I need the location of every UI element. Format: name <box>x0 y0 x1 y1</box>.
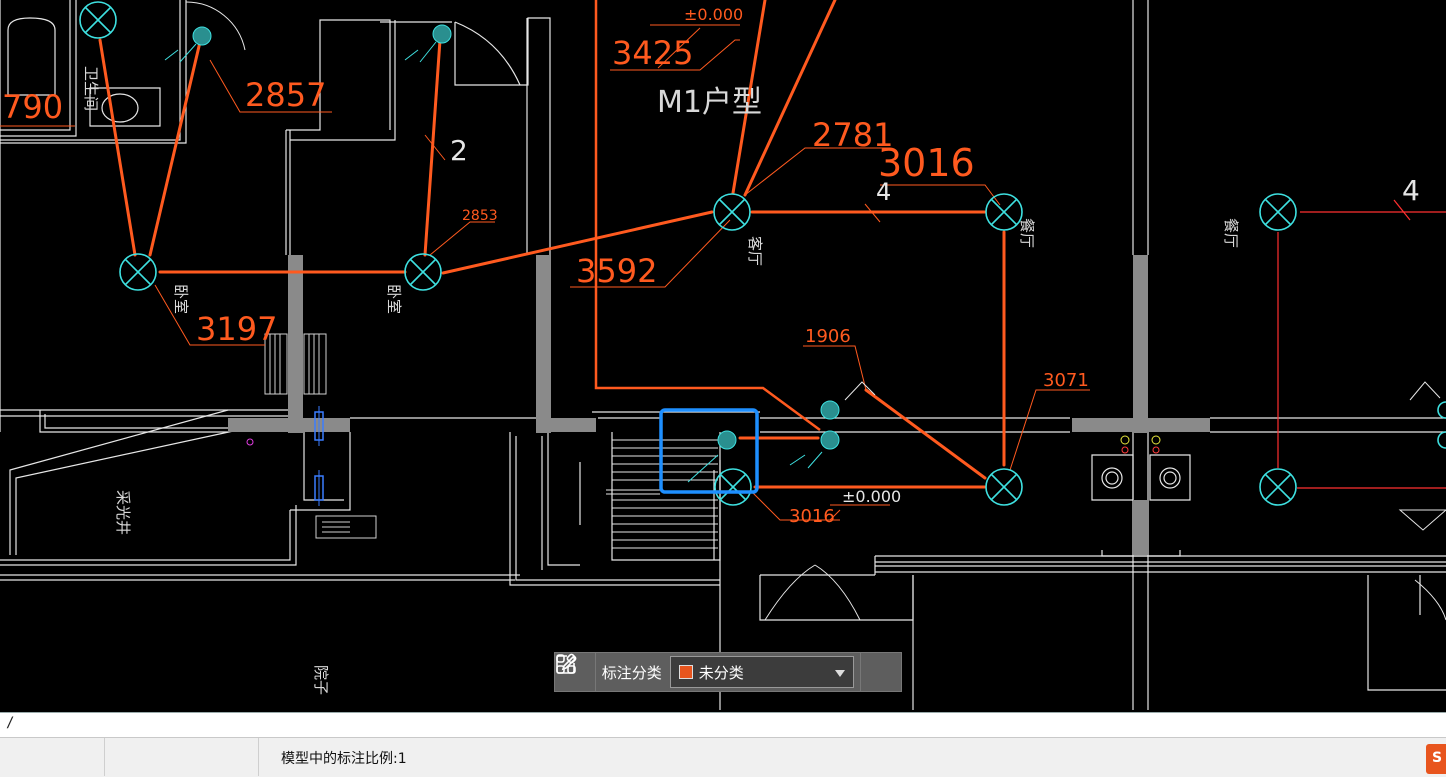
chevron-down-icon[interactable] <box>835 670 846 677</box>
dim-label: 3197 <box>196 310 277 348</box>
room-label: 院子 <box>312 665 330 695</box>
status-cell[interactable] <box>0 738 105 776</box>
category-selected-value: 未分类 <box>698 663 744 682</box>
cad-drawing-canvas[interactable]: ±0.000 3425 M1户型 2857 790 2 2781 3016 4 … <box>0 0 1446 712</box>
status-bar: 模型中的标注比例:1 S <box>0 737 1446 777</box>
room-label: 卧室 <box>172 284 190 314</box>
dim-label: 3592 <box>576 252 657 290</box>
dimension-labels: ±0.000 3425 M1户型 2857 790 2 2781 3016 4 … <box>2 5 1420 527</box>
radiator-blocks <box>264 333 377 539</box>
fixture-entry <box>985 468 1023 506</box>
category-color-swatch <box>678 665 693 679</box>
dim-label: 2853 <box>462 208 498 224</box>
app-logo-icon[interactable]: S <box>1426 744 1446 774</box>
edit-icon[interactable] <box>556 653 901 691</box>
dim-label: ±0.000 <box>842 487 901 506</box>
wall-columns <box>228 255 1210 555</box>
command-line-input[interactable]: / <box>0 712 1446 737</box>
dim-label: 3016 <box>878 141 975 185</box>
dim-label: 3425 <box>612 34 693 72</box>
room-label: 采光井 <box>114 490 132 535</box>
switches <box>164 24 1446 531</box>
dim-label: 2857 <box>245 76 326 114</box>
dim-label: 3016 <box>789 506 835 527</box>
annotation-toolbar: 标注分类 未分类 <box>554 652 902 692</box>
wiring-lines <box>98 0 1006 489</box>
door-swings <box>185 1 1446 621</box>
dim-label: 2 <box>450 134 468 167</box>
dim-label: ±0.000 <box>684 5 743 24</box>
fixture-dining-1 <box>985 193 1023 231</box>
fixture-bedroom-1 <box>119 253 157 291</box>
room-label: 卧室 <box>385 284 403 314</box>
room-label: 餐厅 <box>1018 218 1036 248</box>
room-label: 客厅 <box>746 236 764 266</box>
category-dropdown[interactable]: 未分类 <box>669 656 855 688</box>
fixture-living <box>713 193 751 231</box>
annotation-scale-text: 模型中的标注比例:1 <box>281 751 407 767</box>
red-branch-lines <box>1277 199 1446 489</box>
status-cell[interactable] <box>104 738 259 776</box>
fixture-bedroom-2 <box>404 253 442 291</box>
floor-plan[interactable]: ±0.000 3425 M1户型 2857 790 2 2781 3016 4 … <box>0 0 1446 712</box>
dim-label: 1906 <box>805 326 851 347</box>
fixture-dining-2 <box>1259 193 1297 231</box>
fixture-bath <box>79 1 117 39</box>
room-label: 卫生间 <box>82 66 100 111</box>
annotation-category-label: 标注分类 <box>601 663 662 682</box>
dim-label: 3071 <box>1043 370 1089 391</box>
dim-label: 790 <box>2 88 63 126</box>
fixture-right <box>1259 468 1297 506</box>
command-prompt-icon: / <box>6 715 15 731</box>
dim-label: 4 <box>1402 174 1420 207</box>
dim-label: 4 <box>876 178 891 206</box>
dim-label: M1户型 <box>657 85 762 120</box>
room-label: 餐厅 <box>1222 218 1240 248</box>
